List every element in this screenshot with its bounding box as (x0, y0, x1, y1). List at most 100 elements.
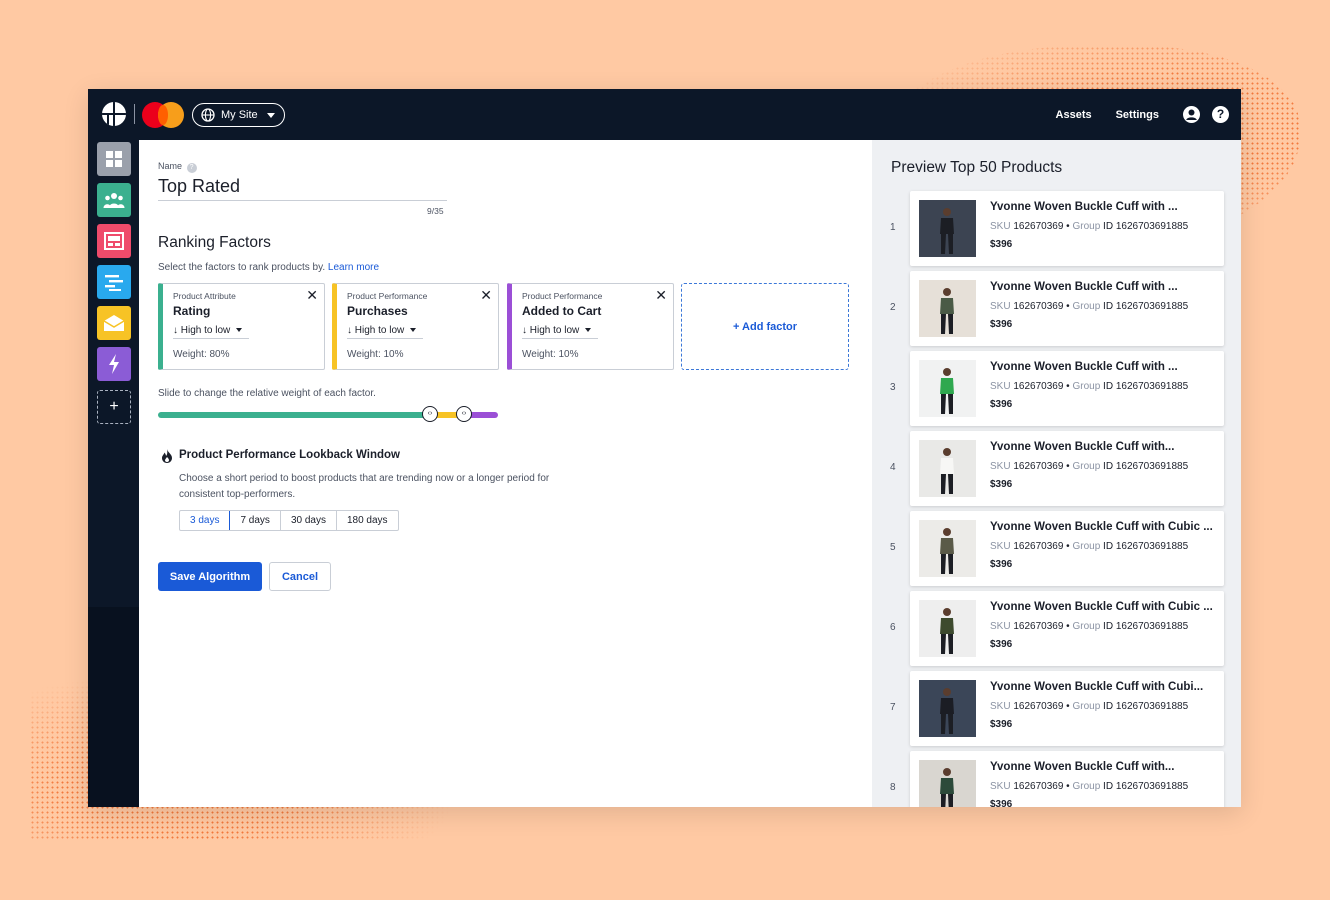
sidebar-item-lists[interactable] (97, 265, 131, 299)
product-name: Yvonne Woven Buckle Cuff with... (990, 441, 1175, 453)
sort-order-select[interactable]: ↓ High to low (522, 325, 598, 339)
flame-icon (162, 449, 172, 463)
product-meta: SKU 162670369 • Group ID 1626703691885 (990, 701, 1189, 712)
product-rank: 6 (890, 622, 896, 633)
name-field-label: Name ? (158, 161, 197, 173)
product-name: Yvonne Woven Buckle Cuff with Cubic ... (990, 601, 1213, 613)
info-icon[interactable]: ? (186, 163, 197, 173)
sidebar-add-button[interactable]: + (97, 390, 131, 424)
product-rank: 3 (890, 382, 896, 393)
product-meta: SKU 162670369 • Group ID 1626703691885 (990, 541, 1189, 552)
layout-icon (104, 232, 124, 250)
weight-slider-handle[interactable]: ‹› (422, 406, 438, 422)
lookback-period-selector: 3 days 7 days 30 days 180 days (179, 510, 399, 531)
factor-weight: Weight: 80% (173, 349, 230, 360)
chevron-down-icon (585, 328, 592, 333)
close-icon[interactable]: ✕ (480, 288, 492, 302)
weight-slider-handle[interactable]: ‹› (456, 406, 472, 422)
cancel-button[interactable]: Cancel (269, 562, 331, 591)
sort-order-select[interactable]: ↓ High to low (347, 325, 423, 339)
product-row[interactable]: 6 Yvonne Woven Buckle Cuff with Cubic ...… (890, 591, 1224, 666)
product-rank: 8 (890, 782, 896, 793)
sidebar-item-audience[interactable] (97, 183, 131, 217)
chevron-down-icon (236, 328, 243, 333)
top-nav: Assets Settings ? (1056, 89, 1241, 140)
period-option-30-days[interactable]: 30 days (281, 511, 337, 530)
help-icon[interactable]: ? (1212, 106, 1229, 123)
site-selector[interactable]: My Site (192, 103, 285, 127)
product-price: $396 (990, 719, 1013, 730)
learn-more-link[interactable]: Learn more (328, 262, 379, 273)
product-price: $396 (990, 559, 1013, 570)
product-thumbnail (919, 680, 976, 737)
sidebar-item-dashboard[interactable] (97, 142, 131, 176)
factor-name: Added to Cart (522, 304, 602, 318)
product-rank: 1 (890, 222, 896, 233)
product-rank: 7 (890, 702, 896, 713)
product-rank: 4 (890, 462, 896, 473)
factor-weight: Weight: 10% (522, 349, 579, 360)
product-meta: SKU 162670369 • Group ID 1626703691885 (990, 221, 1189, 232)
product-meta: SKU 162670369 • Group ID 1626703691885 (990, 461, 1189, 472)
char-counter: 9/35 (427, 206, 444, 216)
lookback-description: Choose a short period to boost products … (179, 473, 550, 500)
app-logo-icon[interactable] (102, 102, 126, 126)
app-window: My Site Assets Settings ? + Name ? Top R… (88, 89, 1241, 807)
period-option-3-days[interactable]: 3 days (179, 511, 231, 530)
product-rank: 5 (890, 542, 896, 553)
mail-icon (103, 315, 125, 331)
site-selector-label: My Site (221, 109, 258, 121)
product-row[interactable]: 2 Yvonne Woven Buckle Cuff with ... SKU 16… (890, 271, 1224, 346)
product-meta: SKU 162670369 • Group ID 1626703691885 (990, 621, 1189, 632)
close-icon[interactable]: ✕ (655, 288, 667, 302)
nav-assets[interactable]: Assets (1056, 109, 1092, 121)
sidebar: + (88, 140, 139, 607)
people-icon (103, 193, 125, 208)
weight-slider-track[interactable] (158, 412, 498, 418)
product-thumbnail (919, 600, 976, 657)
add-factor-button[interactable]: + Add factor (681, 283, 849, 370)
product-meta: SKU 162670369 • Group ID 1626703691885 (990, 781, 1189, 792)
product-thumbnail (919, 360, 976, 417)
product-row[interactable]: 3 Yvonne Woven Buckle Cuff with ... SKU 16… (890, 351, 1224, 426)
product-meta: SKU 162670369 • Group ID 1626703691885 (990, 381, 1189, 392)
product-row[interactable]: 7 Yvonne Woven Buckle Cuff with Cubi... SK… (890, 671, 1224, 746)
product-row[interactable]: 4 Yvonne Woven Buckle Cuff with... SKU 162… (890, 431, 1224, 506)
close-icon[interactable]: ✕ (306, 288, 318, 302)
factor-card-added-to-cart: Product Performance Added to Cart ↓ High… (507, 283, 674, 370)
product-row[interactable]: 5 Yvonne Woven Buckle Cuff with Cubic ...… (890, 511, 1224, 586)
preview-panel: Preview Top 50 Products 1 Yvonne Woven Bu… (872, 140, 1241, 807)
sidebar-item-layouts[interactable] (97, 224, 131, 258)
factor-card-purchases: Product Performance Purchases ↓ High to … (332, 283, 499, 370)
product-thumbnail (919, 200, 976, 257)
bolt-icon (109, 354, 119, 374)
factor-weight: Weight: 10% (347, 349, 404, 360)
product-price: $396 (990, 239, 1013, 250)
product-row[interactable]: 8 Yvonne Woven Buckle Cuff with... SKU 162… (890, 751, 1224, 807)
preview-heading: Preview Top 50 Products (891, 159, 1063, 176)
globe-icon (201, 108, 215, 122)
name-input[interactable]: Top Rated (158, 176, 447, 201)
period-option-7-days[interactable]: 7 days (230, 511, 281, 530)
factor-type: Product Performance (522, 291, 603, 301)
chevron-down-icon (267, 112, 275, 118)
lookback-heading: Product Performance Lookback Window (179, 449, 400, 461)
sidebar-item-automation[interactable] (97, 347, 131, 381)
product-thumbnail (919, 280, 976, 337)
sidebar-footer (88, 607, 139, 807)
header-divider (134, 104, 135, 124)
product-price: $396 (990, 319, 1013, 330)
user-account-icon[interactable] (1183, 106, 1200, 123)
factor-card-rating: Product Attribute Rating ↓ High to low W… (158, 283, 325, 370)
nav-settings[interactable]: Settings (1116, 109, 1159, 121)
factor-name: Purchases (347, 304, 408, 318)
product-name: Yvonne Woven Buckle Cuff with... (990, 761, 1175, 773)
sidebar-item-email[interactable] (97, 306, 131, 340)
product-thumbnail (919, 760, 976, 807)
period-option-180-days[interactable]: 180 days (337, 511, 398, 530)
product-name: Yvonne Woven Buckle Cuff with ... (990, 201, 1178, 213)
mastercard-logo-icon (142, 102, 184, 128)
sort-order-select[interactable]: ↓ High to low (173, 325, 249, 339)
save-algorithm-button[interactable]: Save Algorithm (158, 562, 262, 591)
product-row[interactable]: 1 Yvonne Woven Buckle Cuff with ... SKU 16… (890, 191, 1224, 266)
